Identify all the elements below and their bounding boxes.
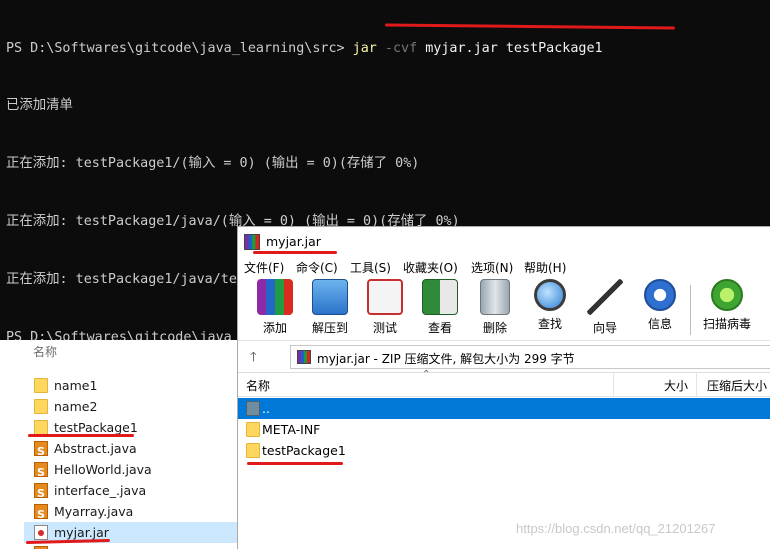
terminal-line-output: 已添加清单 bbox=[6, 98, 73, 114]
archive-row-updir[interactable]: .. bbox=[238, 398, 770, 419]
tool-label: 删除 bbox=[482, 321, 507, 335]
menu-commands[interactable]: 命令(C) bbox=[296, 259, 338, 276]
command-exe: jar bbox=[352, 40, 377, 56]
row-label: testPackage1 bbox=[262, 443, 346, 458]
item-label: Myarray.java bbox=[54, 504, 134, 519]
list-item[interactable]: name2 bbox=[24, 396, 238, 417]
menu-bar: 文件(F) 命令(C) 工具(S) 收藏夹(O) 选项(N) 帮助(H) bbox=[238, 257, 770, 277]
tool-label: 添加 bbox=[262, 321, 287, 335]
row-label: .. bbox=[262, 401, 270, 416]
toolbar: 添加 解压到 测试 查看 删除 查找 向导 信息 扫描病毒 bbox=[238, 277, 770, 341]
tool-label: 信息 bbox=[647, 317, 672, 331]
test-button[interactable]: 测试 bbox=[360, 279, 410, 337]
tool-label: 查看 bbox=[427, 321, 452, 335]
tool-label: 向导 bbox=[592, 321, 617, 335]
extract-to-button[interactable]: 解压到 bbox=[305, 279, 355, 337]
folder-icon bbox=[34, 420, 48, 435]
column-divider[interactable] bbox=[613, 373, 614, 397]
add-button[interactable]: 添加 bbox=[250, 279, 300, 337]
file-explorer-list[interactable]: 名称 name1 name2 testPackage1 Abstract.jav… bbox=[0, 340, 238, 549]
wizard-wand-icon bbox=[587, 279, 623, 315]
winrar-window[interactable]: myjar.jar 文件(F) 命令(C) 工具(S) 收藏夹(O) 选项(N)… bbox=[237, 226, 770, 549]
item-label: name2 bbox=[54, 399, 98, 414]
info-button[interactable]: 信息 bbox=[635, 279, 685, 337]
list-column-headers: ⌃ 名称 大小 压缩后大小 bbox=[238, 369, 770, 397]
column-divider[interactable] bbox=[696, 373, 697, 397]
folder-icon bbox=[34, 399, 48, 414]
test-icon bbox=[367, 279, 403, 315]
menu-options[interactable]: 选项(N) bbox=[471, 259, 513, 276]
tool-label: 查找 bbox=[537, 317, 562, 331]
folder-icon bbox=[246, 422, 260, 437]
menu-help[interactable]: 帮助(H) bbox=[524, 259, 566, 276]
extract-to-icon bbox=[312, 279, 348, 315]
watermark-text: https://blog.csdn.net/qq_21201267 bbox=[516, 521, 716, 536]
sort-caret-icon: ⌃ bbox=[422, 369, 431, 380]
column-header-packed-size[interactable]: 压缩后大小 bbox=[707, 377, 767, 394]
wizard-button[interactable]: 向导 bbox=[580, 279, 630, 337]
archive-row[interactable]: META-INF bbox=[238, 419, 770, 440]
virus-scan-button[interactable]: 扫描病毒 bbox=[697, 279, 757, 337]
virus-scan-icon bbox=[711, 279, 743, 311]
trash-icon bbox=[480, 279, 510, 315]
list-item[interactable]: HelloWorld.java bbox=[24, 459, 238, 483]
prompt-text: PS D:\Softwares\gitcode\java_learning\sr… bbox=[6, 40, 353, 56]
view-book-icon bbox=[422, 279, 458, 315]
toolbar-separator bbox=[690, 285, 691, 335]
jar-file-icon bbox=[34, 525, 48, 540]
list-item[interactable]: name1 bbox=[24, 375, 238, 396]
java-file-icon bbox=[34, 441, 48, 462]
view-button[interactable]: 查看 bbox=[415, 279, 465, 337]
address-bar: 🡑 myjar.jar - ZIP 压缩文件, 解包大小为 299 字节 bbox=[238, 341, 770, 373]
window-title: myjar.jar bbox=[266, 234, 321, 249]
archive-row[interactable]: testPackage1 bbox=[238, 440, 770, 461]
terminal-line-output: 正在添加: testPackage1/(输入 = 0) (输出 = 0)(存储了… bbox=[6, 156, 420, 172]
archive-info-text: myjar.jar - ZIP 压缩文件, 解包大小为 299 字节 bbox=[317, 352, 575, 366]
item-label: name1 bbox=[54, 378, 98, 393]
java-file-icon bbox=[34, 504, 48, 525]
column-header-size[interactable]: 大小 bbox=[664, 377, 688, 394]
list-item[interactable]: Abstract.java bbox=[24, 438, 238, 462]
info-icon bbox=[644, 279, 676, 311]
find-button[interactable]: 查找 bbox=[525, 279, 575, 337]
parent-folder-icon bbox=[246, 401, 260, 416]
java-file-icon bbox=[34, 462, 48, 483]
up-arrow-icon[interactable]: 🡑 bbox=[250, 348, 257, 370]
command-option: -cvf bbox=[376, 40, 426, 56]
tool-label: 测试 bbox=[372, 321, 397, 335]
item-label: Abstract.java bbox=[54, 441, 137, 456]
delete-button[interactable]: 删除 bbox=[470, 279, 520, 337]
folder-icon bbox=[246, 443, 260, 458]
tool-label: 解压到 bbox=[311, 321, 348, 335]
item-label: HelloWorld.java bbox=[54, 462, 152, 477]
list-item[interactable]: interface_.java bbox=[24, 480, 238, 504]
item-label: interface_.java bbox=[54, 483, 147, 498]
tool-label: 扫描病毒 bbox=[702, 317, 751, 331]
archive-icon bbox=[297, 350, 311, 364]
menu-tools[interactable]: 工具(S) bbox=[350, 259, 391, 276]
folder-icon bbox=[34, 378, 48, 393]
winrar-app-icon bbox=[244, 234, 260, 250]
list-item[interactable]: Myarray.java bbox=[24, 501, 238, 525]
archive-path-field[interactable]: myjar.jar - ZIP 压缩文件, 解包大小为 299 字节 bbox=[290, 345, 770, 369]
list-item[interactable] bbox=[24, 543, 238, 549]
terminal-line-command: PS D:\Softwares\gitcode\java_learning\sr… bbox=[6, 39, 770, 58]
column-header-name[interactable]: 名称 bbox=[0, 340, 237, 366]
annotation-underline-testpackage bbox=[28, 434, 134, 437]
java-file-icon bbox=[34, 483, 48, 504]
column-header-name[interactable]: 名称 bbox=[246, 377, 270, 394]
menu-file[interactable]: 文件(F) bbox=[244, 259, 284, 276]
magnifier-icon bbox=[534, 279, 566, 311]
annotation-underline-archive-folder bbox=[247, 462, 343, 465]
annotation-underline-title bbox=[253, 251, 337, 254]
command-args: myjar.jar testPackage1 bbox=[425, 40, 603, 56]
menu-favorites[interactable]: 收藏夹(O) bbox=[403, 259, 458, 276]
row-label: META-INF bbox=[262, 422, 321, 437]
add-archive-icon bbox=[257, 279, 293, 315]
